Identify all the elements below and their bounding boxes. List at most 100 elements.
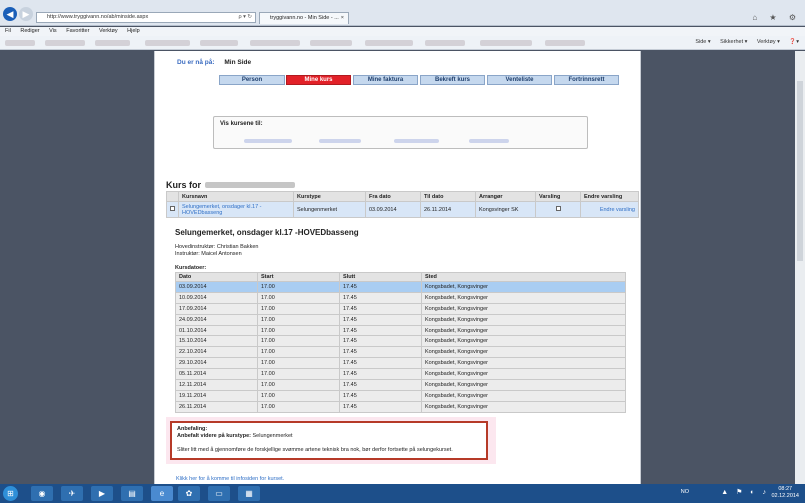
end-cell: 17.45	[339, 368, 422, 381]
folder-icon[interactable]: ▭	[208, 486, 230, 501]
date-cell: 12.11.2014	[175, 379, 258, 391]
tab-mine-faktura[interactable]: Mine faktura	[353, 75, 418, 85]
vertical-scrollbar[interactable]	[795, 51, 805, 484]
person-link[interactable]	[319, 139, 361, 143]
breadcrumb: Du er nå på: Min Side	[177, 59, 251, 66]
favorite-link[interactable]	[95, 40, 130, 46]
notify-cell[interactable]	[535, 201, 581, 218]
office-icon[interactable]: ✿	[178, 486, 200, 501]
course-row[interactable]: Selungemerket, onsdager kl.17 - HOVEDbas…	[166, 201, 639, 218]
tab-bekreft-kurs[interactable]: Bekreft kurs	[420, 75, 485, 85]
menu-file[interactable]: Fil	[5, 28, 11, 34]
change-notify-link[interactable]: Endre varsling	[580, 201, 639, 218]
menu-edit[interactable]: Rediger	[20, 28, 39, 34]
date-row: 26.11.2014 17.00 17.45 Kongsbadet, Kongsvin…	[175, 400, 626, 413]
start-cell: 17.00	[257, 313, 340, 326]
date-row: 19.11.2014 17.00 17.45 Kongsbadet, Kongsvin…	[175, 389, 626, 402]
date-cell: 26.11.2014	[175, 400, 258, 413]
recommendation-further: Anbefalt videre på kurstype: Selungenmer…	[177, 433, 481, 440]
address-tools[interactable]: ρ ▾ ↻	[238, 13, 252, 22]
favorite-link[interactable]	[45, 40, 85, 46]
course-info-link[interactable]: Klikk her for å komme til infosiden for …	[176, 476, 284, 482]
tab-venteliste[interactable]: Venteliste	[487, 75, 552, 85]
date-row: 05.11.2014 17.00 17.45 Kongsbadet, Kongsvin…	[175, 368, 626, 381]
col-sted: Sted	[421, 272, 626, 282]
person-link[interactable]	[469, 139, 509, 143]
tab-person[interactable]: Person	[219, 75, 285, 85]
end-cell: 17.45	[339, 313, 422, 326]
start-cell: 17.00	[257, 357, 340, 370]
location-cell: Kongsbadet, Kongsvinger	[421, 291, 626, 304]
person-link[interactable]	[394, 139, 439, 143]
courses-table: Kursnavn Kurstype Fra dato Til dato Arra…	[166, 191, 639, 218]
course-select[interactable]	[166, 201, 179, 218]
address-bar[interactable]: http://www.tryggivann.no/ab/minside.aspx…	[36, 12, 256, 23]
favorite-link[interactable]	[145, 40, 190, 46]
back-arrow-icon[interactable]: ◀	[3, 7, 17, 21]
menu-tools[interactable]: Verktøy	[99, 28, 118, 34]
start-cell: 17.00	[257, 389, 340, 402]
browser-tab[interactable]: tryggivann.no - Min Side - ... ×	[259, 12, 349, 24]
browser-icons[interactable]: ⌂ ★ ⚙	[752, 13, 801, 22]
end-cell: 17.45	[339, 335, 422, 348]
windows-explorer-icon[interactable]: ▤	[121, 486, 143, 501]
system-tray-icons[interactable]: ▲ ⚑ ◐ ♪	[721, 488, 769, 496]
tab-fortrinnsrett[interactable]: Fortrinnsrett	[554, 75, 619, 85]
cmd-security[interactable]: Sikkerhet ▾	[720, 39, 747, 45]
menu-view[interactable]: Vis	[49, 28, 57, 34]
course-detail-title: Selungemerket, onsdager kl.17 -HOVEDbass…	[175, 228, 359, 237]
start-cell: 17.00	[257, 346, 340, 359]
location-cell: Kongsbadet, Kongsvinger	[421, 324, 626, 337]
tab-title: tryggivann.no - Min Side - ...	[270, 15, 339, 21]
excel-icon[interactable]: ▦	[238, 486, 260, 501]
date-cell: 03.09.2014	[175, 281, 258, 293]
favorite-link[interactable]	[310, 40, 352, 46]
favorite-link[interactable]	[480, 40, 532, 46]
favorite-link[interactable]	[365, 40, 413, 46]
clock[interactable]: 08:27 02.12.2014	[771, 486, 799, 500]
cmd-page[interactable]: Side ▾	[695, 39, 710, 45]
internet-explorer-icon[interactable]: e	[151, 486, 173, 501]
favorite-link[interactable]	[250, 40, 300, 46]
cmd-help-icon[interactable]: ❓▾	[789, 39, 799, 45]
course-from: 03.09.2014	[365, 201, 421, 218]
menu-bar: Fil Rediger Vis Favoritter Verktøy Hjelp	[0, 27, 805, 36]
col-endre-varsling: Endre varsling	[580, 191, 639, 202]
col-kurstype: Kurstype	[293, 191, 366, 202]
scrollbar-thumb[interactable]	[797, 81, 803, 261]
forward-arrow-icon[interactable]: ▶	[19, 7, 33, 21]
date-cell: 10.09.2014	[175, 291, 258, 304]
favorite-link[interactable]	[425, 40, 465, 46]
tab-mine-kurs[interactable]: Mine kurs	[286, 75, 351, 85]
media-player-icon[interactable]: ▶	[91, 486, 113, 501]
chrome-icon[interactable]: ◉	[31, 486, 53, 501]
course-select-box[interactable]	[170, 206, 175, 211]
cmd-tools[interactable]: Verktøy ▾	[757, 39, 780, 45]
location-cell: Kongsbadet, Kongsvinger	[421, 346, 626, 359]
tab-close-icon[interactable]: ×	[341, 13, 344, 24]
language-indicator[interactable]: NO	[681, 489, 689, 495]
start-cell: 17.00	[257, 379, 340, 391]
favorite-link[interactable]	[200, 40, 238, 46]
col-kursnavn: Kursnavn	[178, 191, 294, 202]
menu-favorites[interactable]: Favoritter	[66, 28, 89, 34]
date-cell: 22.10.2014	[175, 346, 258, 359]
favorite-link[interactable]	[545, 40, 585, 46]
person-link[interactable]	[244, 139, 292, 143]
date-row: 12.11.2014 17.00 17.45 Kongsbadet, Kongsvin…	[175, 379, 626, 391]
app-icon[interactable]: ✈	[61, 486, 83, 501]
menu-help[interactable]: Hjelp	[127, 28, 140, 34]
location-cell: Kongsbadet, Kongsvinger	[421, 368, 626, 381]
favorite-link[interactable]	[5, 40, 35, 46]
end-cell: 17.45	[339, 281, 422, 293]
notify-checkbox[interactable]	[555, 206, 561, 211]
location-cell: Kongsbadet, Kongsvinger	[421, 281, 626, 293]
instructor: Instruktør: Maicel Antonsen	[175, 251, 242, 257]
recommendation-text: Sliter litt med å gjennomføre de forskje…	[177, 447, 453, 453]
course-name-link[interactable]: Selungemerket, onsdager kl.17 - HOVEDbas…	[178, 201, 294, 218]
recommendation-heading: Anbefaling:	[177, 426, 208, 432]
date-row: 03.09.2014 17.00 17.45 Kongsbadet, Kongsvin…	[175, 281, 626, 293]
start-button-icon[interactable]: ⊞	[3, 486, 18, 501]
end-cell: 17.45	[339, 357, 422, 370]
end-cell: 17.45	[339, 291, 422, 304]
